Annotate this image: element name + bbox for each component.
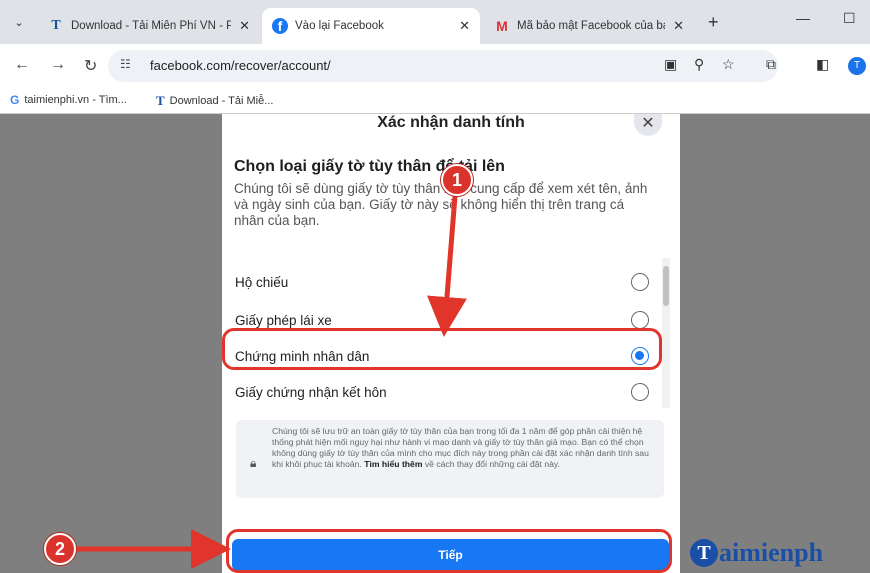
arrow-to-option — [427, 195, 467, 337]
annotation-arrows — [76, 195, 467, 569]
watermark-logo-icon: T — [690, 539, 718, 567]
taimienphi-watermark: Taimienph — [690, 538, 823, 568]
step-badge-1: 1 — [441, 164, 473, 196]
step-badge-2: 2 — [44, 533, 76, 565]
watermark-text: aimienph — [719, 538, 824, 567]
